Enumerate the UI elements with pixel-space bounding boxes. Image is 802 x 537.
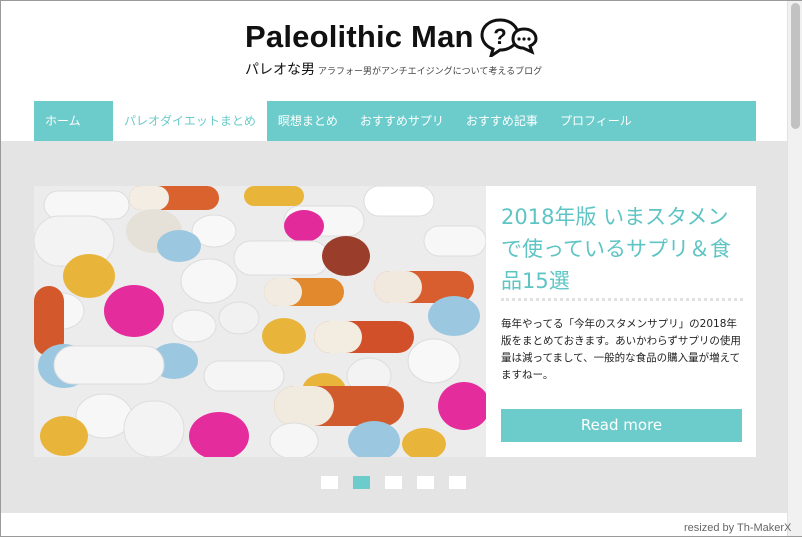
slide-card: 2018年版 いまスタメンで使っているサプリ＆食品15選 毎年やってる「今年のス… [486,186,756,457]
tagline-main: パレオな男 [245,62,315,78]
slider-dot-2[interactable] [353,476,370,489]
nav-item-meditation[interactable]: 瞑想まとめ [267,101,349,141]
nav-item-supplements[interactable]: おすすめサプリ [349,101,455,141]
slider-dot-3[interactable] [385,476,402,489]
capsule [43,190,130,220]
slider-dot-5[interactable] [449,476,466,489]
slider-dot-4[interactable] [417,476,434,489]
site-logo[interactable]: Paleolithic Man ? [245,17,538,60]
slider-pagination [321,476,481,489]
speech-bubbles-question-icon: ? [480,17,538,60]
slider-dot-1[interactable] [321,476,338,489]
slide-image[interactable] [34,186,486,457]
scrollbar-thumb[interactable] [791,3,800,129]
nav-item-profile[interactable]: プロフィール [549,101,643,141]
site-tagline: パレオな男 アラフォー男がアンチエイジングについて考えるブログ [245,59,542,79]
slide-divider [501,298,743,301]
main-nav: ホーム パレオダイエットまとめ 瞑想まとめ おすすめサプリ おすすめ記事 プロフ… [34,101,756,141]
tagline-sub: アラフォー男がアンチエイジングについて考えるブログ [318,67,543,77]
nav-item-home[interactable]: ホーム [34,101,113,141]
vertical-scrollbar[interactable] [787,1,802,536]
site-header: Paleolithic Man ? パレオな男 アラフォー男がアンチエイジングに… [1,1,787,101]
read-more-button[interactable]: Read more [501,409,742,442]
nav-item-paleo-diet[interactable]: パレオダイエットまとめ [113,101,267,141]
slide-title[interactable]: 2018年版 いまスタメンで使っているサプリ＆食品15選 [501,201,746,297]
slide-excerpt: 毎年やってる「今年のスタメンサプリ」の2018年版をまとめておきます。あいかわら… [501,318,741,381]
nav-item-recommended-articles[interactable]: おすすめ記事 [455,101,549,141]
svg-text:?: ? [493,24,506,49]
site-title[interactable]: Paleolithic Man [245,19,474,55]
watermark: resized by Th-MakerX [684,522,792,534]
